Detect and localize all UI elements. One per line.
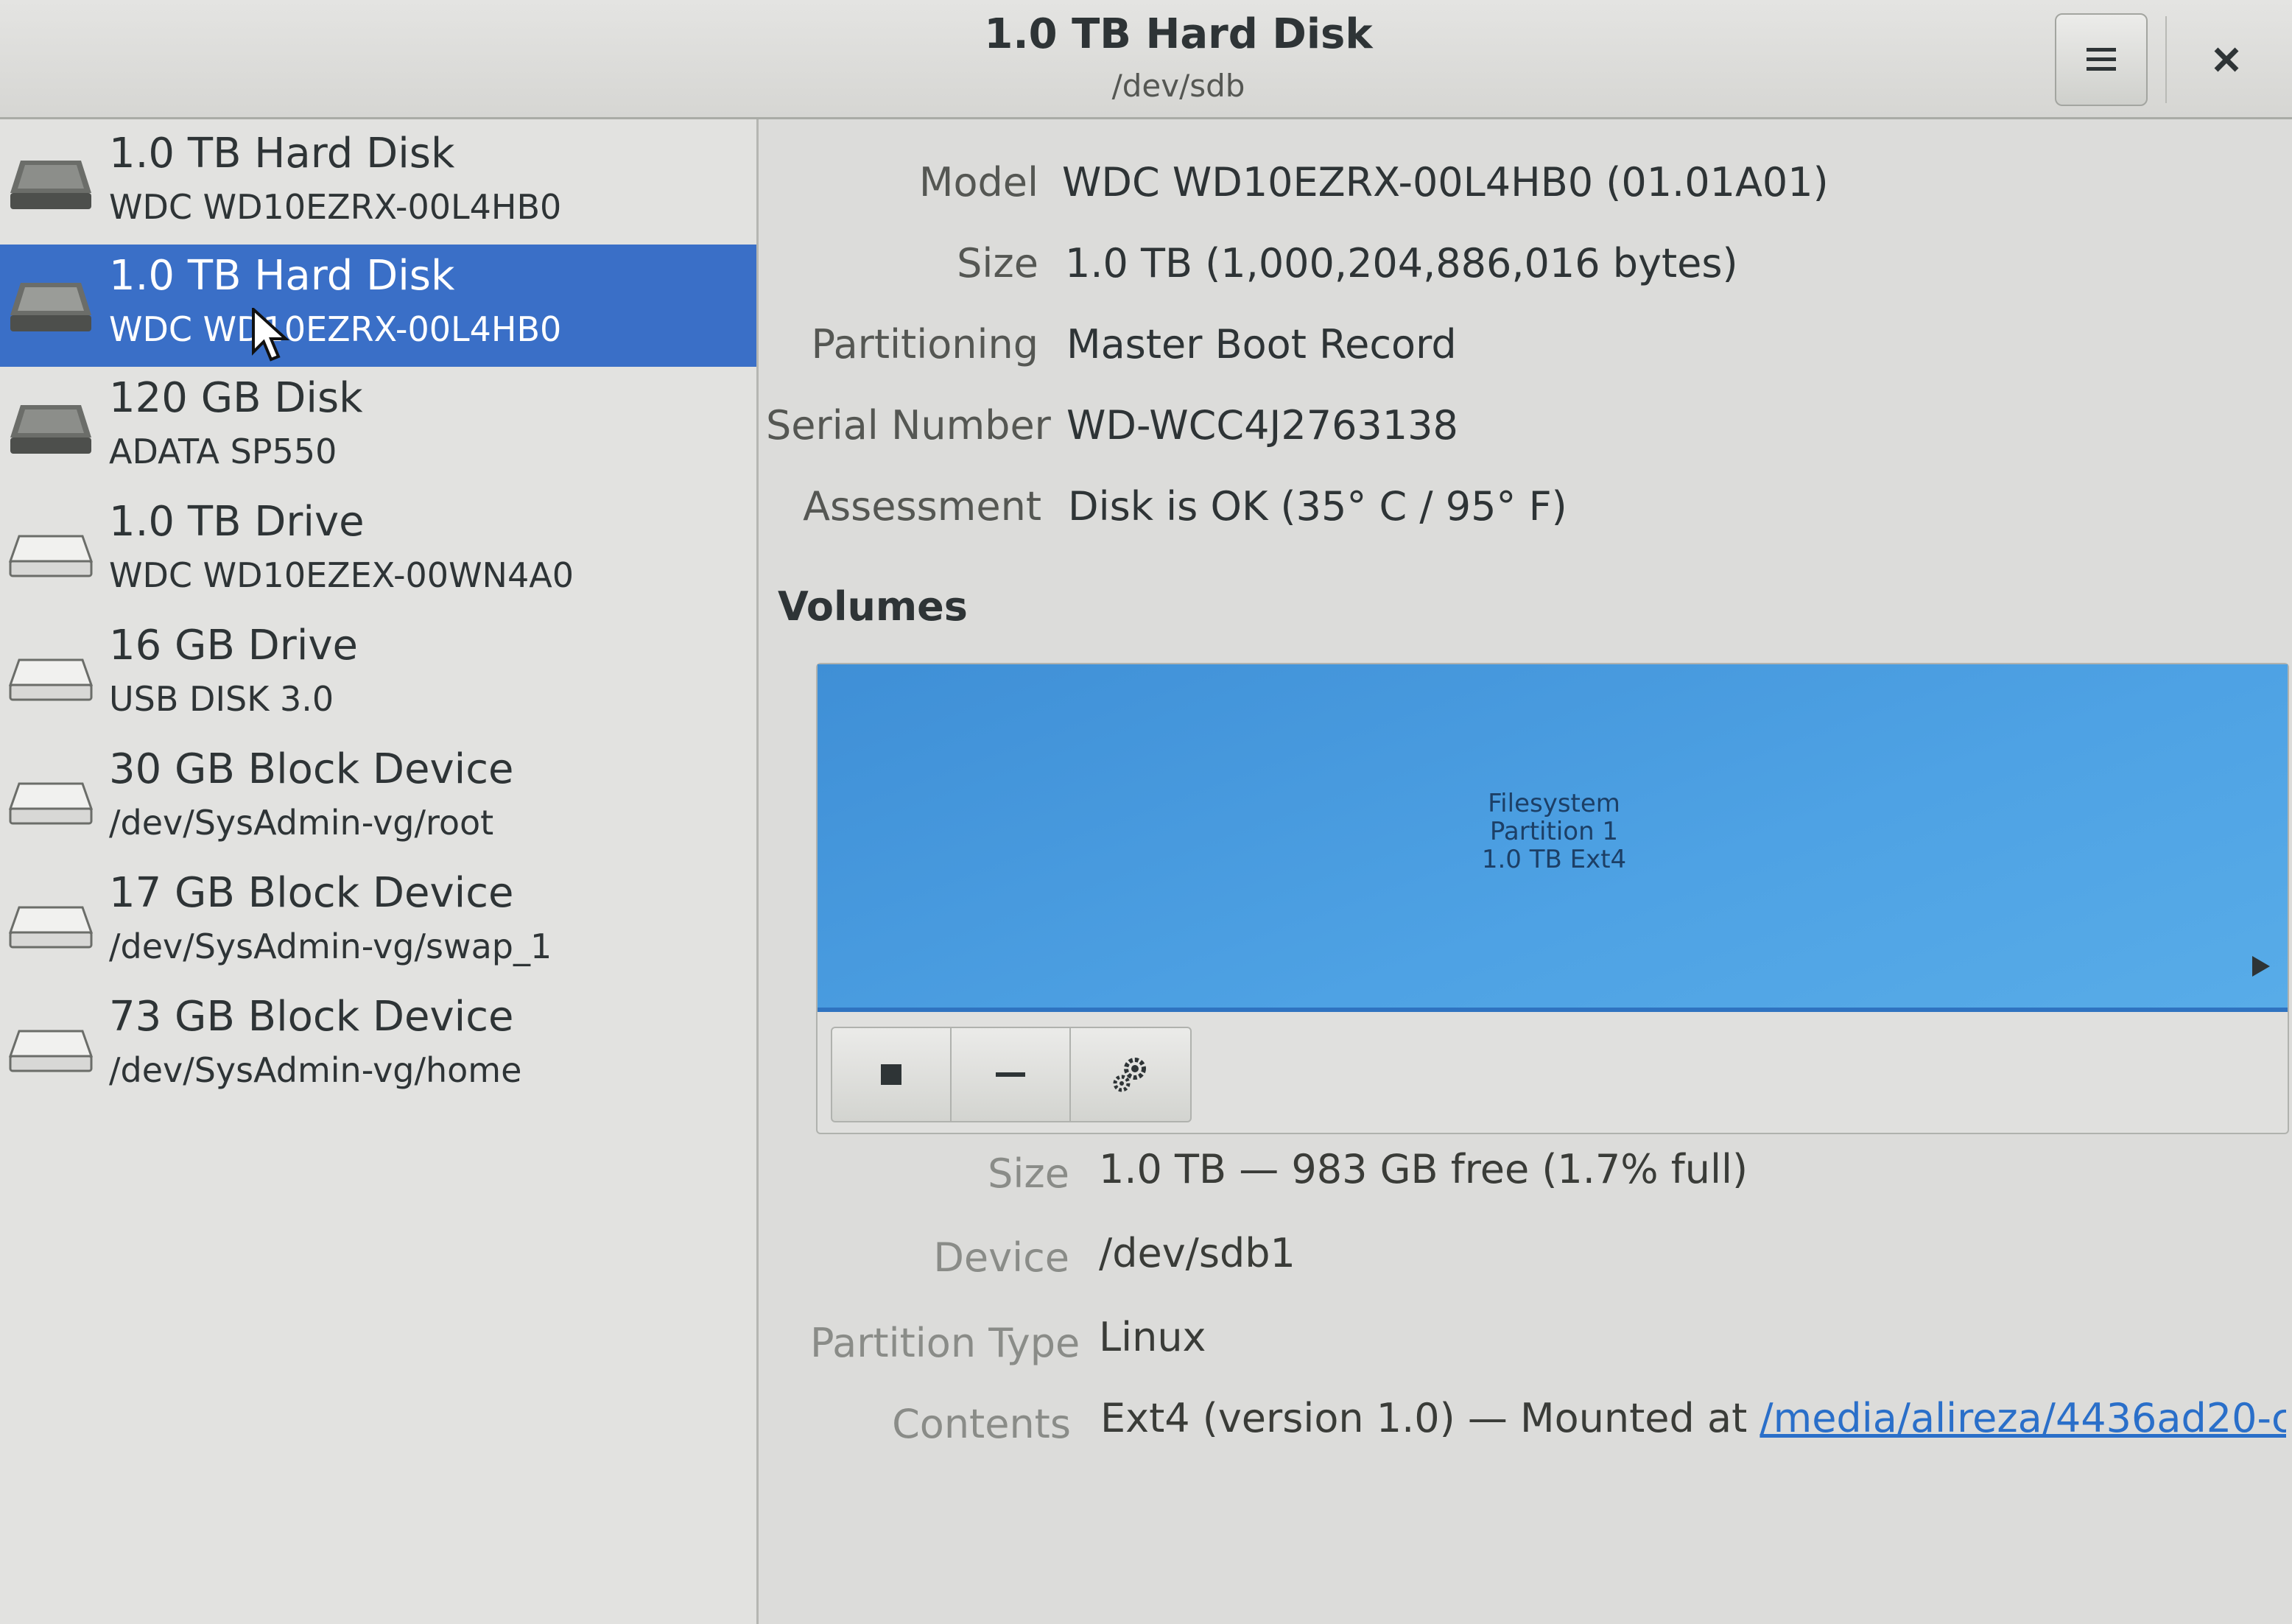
partition-options-button[interactable] <box>1071 1028 1190 1121</box>
contents-value: Ext4 (version 1.0) — Mounted at /media/a… <box>1100 1395 2286 1441</box>
volumes-heading: Volumes <box>778 583 968 630</box>
partition-type-label: Partition Type <box>810 1320 1080 1366</box>
window-subtitle: /dev/sdb <box>1111 68 1245 104</box>
header-bar: 1.0 TB Hard Disk /dev/sdb <box>0 0 2292 119</box>
sidebar-item-name: 73 GB Block Device <box>109 993 514 1041</box>
sidebar-item-drive-5[interactable]: 16 GB Drive USB DISK 3.0 <box>0 614 756 737</box>
assessment-value: Disk is OK (35° C / 95° F) <box>1068 483 1567 530</box>
sidebar-item-desc: USB DISK 3.0 <box>109 679 334 719</box>
close-icon <box>2214 47 2239 72</box>
device-value: /dev/sdb1 <box>1099 1230 1296 1276</box>
hard-disk-icon <box>10 405 91 454</box>
sidebar-item-block-8[interactable]: 73 GB Block Device /dev/SysAdmin-vg/home <box>0 985 756 1108</box>
partition-label: Filesystem Partition 1 1.0 TB Ext4 <box>1385 790 1723 873</box>
volume-size-label: Size <box>988 1150 1069 1197</box>
serial-number-label: Serial Number <box>766 402 1051 449</box>
sidebar-item-block-6[interactable]: 30 GB Block Device /dev/SysAdmin-vg/root <box>0 738 756 860</box>
drive-icon <box>8 782 94 825</box>
sidebar-item-desc: ADATA SP550 <box>109 432 337 471</box>
sidebar-item-name: 1.0 TB Hard Disk <box>109 252 455 300</box>
sidebar-item-name: 17 GB Block Device <box>109 869 514 917</box>
mount-point-link[interactable]: /media/alireza/4436ad20-c3f2-... <box>1760 1395 2286 1441</box>
partition-size-text: 1.0 TB Ext4 <box>1481 845 1627 874</box>
model-value: WDC WD10EZRX-00L4HB0 (01.01A01) <box>1062 159 1829 205</box>
device-label: Device <box>933 1234 1069 1281</box>
unmount-button[interactable] <box>832 1028 952 1121</box>
window-title: 1.0 TB Hard Disk <box>984 10 1373 58</box>
partition-type-value: Linux <box>1099 1314 1206 1360</box>
scroll-right-arrow-icon[interactable] <box>2252 956 2270 977</box>
drive-icon <box>8 535 94 577</box>
sidebar-item-name: 1.0 TB Drive <box>109 498 365 546</box>
sidebar-item-desc: WDC WD10EZEX-00WN4A0 <box>109 555 574 595</box>
assessment-label: Assessment <box>803 483 1041 530</box>
sidebar-item-disk-2[interactable]: 1.0 TB Hard Disk WDC WD10EZRX-00L4HB0 <box>0 245 756 367</box>
serial-number-value: WD-WCC4J2763138 <box>1066 402 1458 449</box>
sidebar-item-disk-3[interactable]: 120 GB Disk ADATA SP550 <box>0 367 756 489</box>
hamburger-menu-icon <box>2087 48 2116 71</box>
sidebar-item-desc: /dev/SysAdmin-vg/home <box>109 1050 522 1090</box>
partition-type-text: Filesystem <box>1488 789 1620 818</box>
mouse-cursor-icon <box>252 308 290 362</box>
sidebar-item-name: 30 GB Block Device <box>109 745 514 793</box>
menu-button[interactable] <box>2055 13 2148 106</box>
sidebar-item-desc: /dev/SysAdmin-vg/swap_1 <box>109 927 552 966</box>
sidebar-item-name: 16 GB Drive <box>109 622 358 669</box>
drive-icon <box>8 658 94 701</box>
size-label: Size <box>957 240 1038 287</box>
stop-icon <box>881 1064 901 1085</box>
sidebar-item-disk-1[interactable]: 1.0 TB Hard Disk WDC WD10EZRX-00L4HB0 <box>0 122 756 245</box>
size-value: 1.0 TB (1,000,204,886,016 bytes) <box>1065 240 1738 287</box>
sidebar-item-desc: /dev/SysAdmin-vg/root <box>109 803 494 843</box>
sidebar-item-desc: WDC WD10EZRX-00L4HB0 <box>109 187 562 227</box>
header-separator <box>2165 16 2167 103</box>
volume-toolbar <box>831 1027 1192 1122</box>
delete-partition-button[interactable] <box>952 1028 1071 1121</box>
drive-icon <box>8 906 94 949</box>
sidebar-item-name: 120 GB Disk <box>109 374 363 422</box>
minus-icon <box>996 1072 1025 1077</box>
sidebar-item-block-7[interactable]: 17 GB Block Device /dev/SysAdmin-vg/swap… <box>0 862 756 984</box>
hard-disk-icon <box>10 283 91 331</box>
contents-label: Contents <box>892 1401 1071 1447</box>
hard-disk-icon <box>10 161 91 209</box>
sidebar-item-name: 1.0 TB Hard Disk <box>109 130 455 177</box>
volume-size-value: 1.0 TB — 983 GB free (1.7% full) <box>1099 1146 1748 1192</box>
partition-name-text: Partition 1 <box>1489 817 1619 846</box>
close-button[interactable] <box>2180 19 2273 100</box>
partitioning-value: Master Boot Record <box>1066 321 1457 368</box>
drive-icon <box>8 1030 94 1072</box>
partitioning-label: Partitioning <box>811 321 1038 368</box>
sidebar-item-drive-4[interactable]: 1.0 TB Drive WDC WD10EZEX-00WN4A0 <box>0 491 756 613</box>
gears-icon <box>1113 1058 1146 1092</box>
sidebar-item-desc: WDC WD10EZRX-00L4HB0 <box>109 309 562 349</box>
contents-text: Ext4 (version 1.0) — Mounted at <box>1100 1395 1760 1441</box>
model-label: Model <box>918 159 1038 205</box>
